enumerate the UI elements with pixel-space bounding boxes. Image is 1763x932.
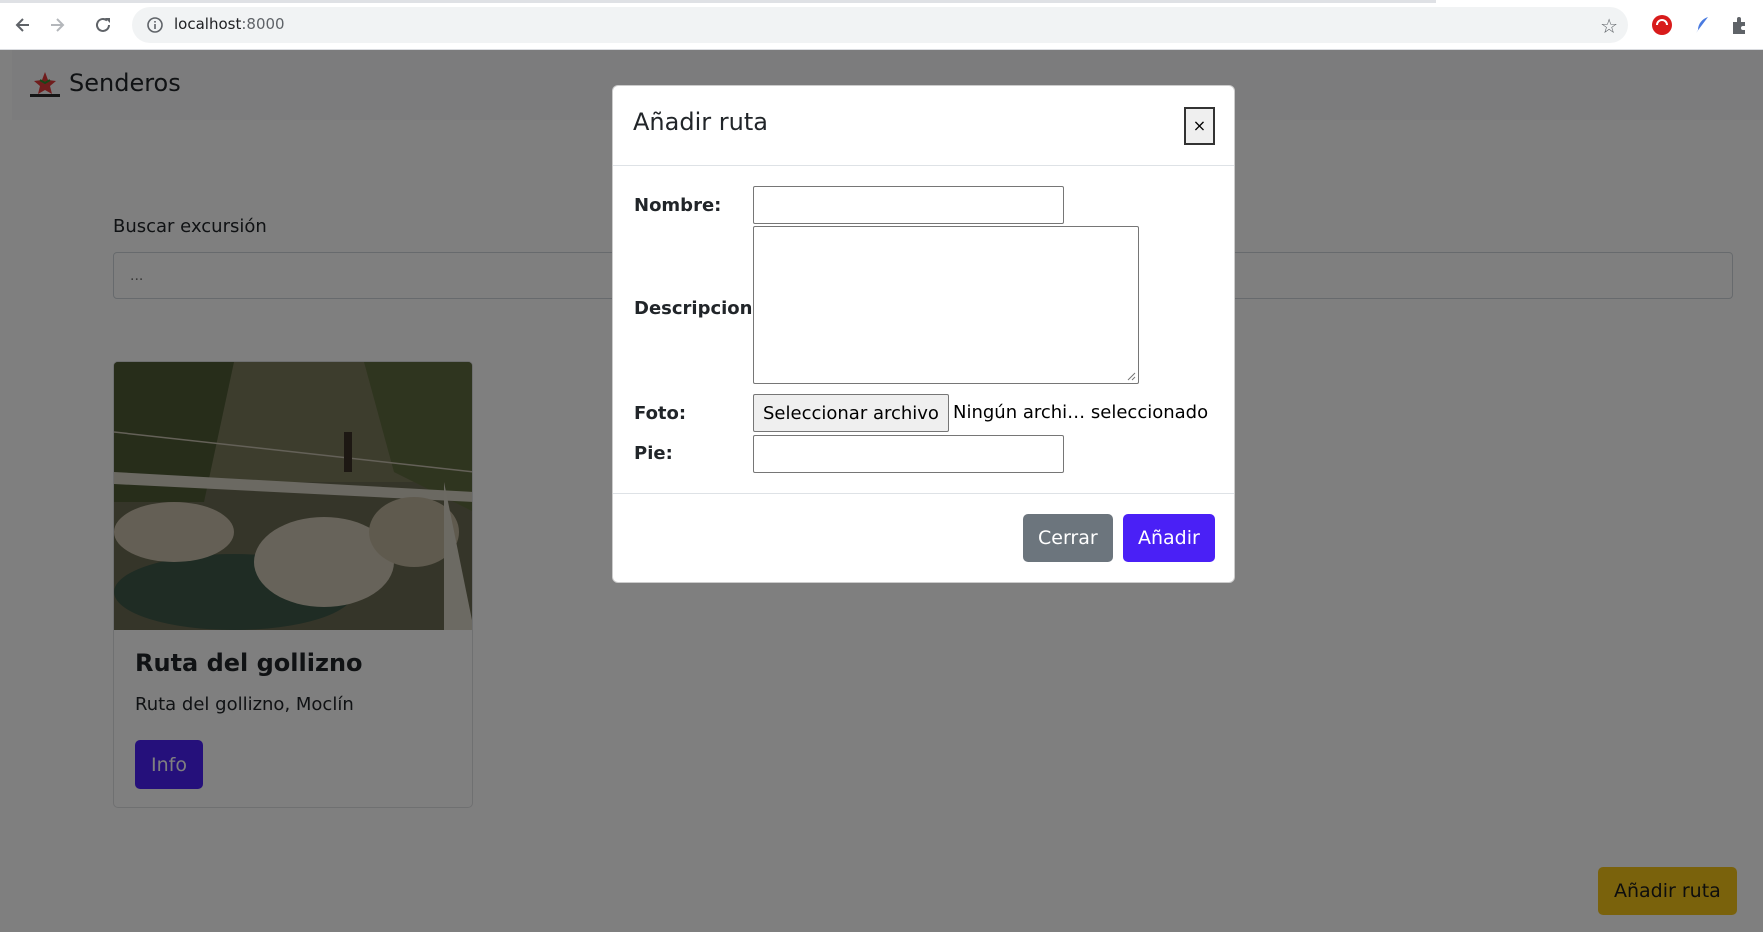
bookmark-star-icon[interactable]: ☆ [1600, 14, 1618, 38]
descripcion-textarea[interactable] [753, 226, 1139, 384]
pie-label: Pie: [634, 443, 673, 464]
extensions-puzzle-icon[interactable] [1728, 13, 1752, 37]
file-status: Ningún archi… seleccionado [953, 402, 1209, 423]
cerrar-button[interactable]: Cerrar [1023, 514, 1113, 562]
extension-feather-icon[interactable] [1690, 13, 1714, 37]
pie-input[interactable] [753, 435, 1064, 473]
back-icon[interactable] [10, 12, 36, 38]
address-bar[interactable]: localhost:8000 ☆ [132, 7, 1628, 43]
nombre-label: Nombre: [634, 195, 722, 216]
extension-red-icon[interactable] [1650, 13, 1674, 37]
modal-title: Añadir ruta [633, 108, 768, 136]
url-text: localhost:8000 [174, 15, 285, 33]
add-route-modal: Añadir ruta × Nombre: Descripcion: Foto:… [612, 85, 1235, 583]
reload-icon[interactable] [90, 12, 116, 38]
file-select-button[interactable]: Seleccionar archivo [753, 394, 949, 432]
url-host: localhost [174, 15, 242, 33]
loading-bar [0, 0, 1436, 3]
url-port: :8000 [241, 15, 285, 33]
close-button[interactable]: × [1184, 107, 1215, 145]
modal-header: Añadir ruta × [613, 86, 1234, 166]
modal-footer: Cerrar Añadir [613, 493, 1234, 584]
resize-grip-icon[interactable] [1127, 372, 1136, 381]
forward-icon[interactable] [44, 12, 70, 38]
browser-toolbar: localhost:8000 ☆ [0, 0, 1763, 50]
anadir-button[interactable]: Añadir [1123, 514, 1215, 562]
nombre-input[interactable] [753, 186, 1064, 224]
foto-label: Foto: [634, 403, 687, 424]
descripcion-label: Descripcion: [634, 298, 760, 319]
info-icon[interactable] [146, 16, 164, 34]
